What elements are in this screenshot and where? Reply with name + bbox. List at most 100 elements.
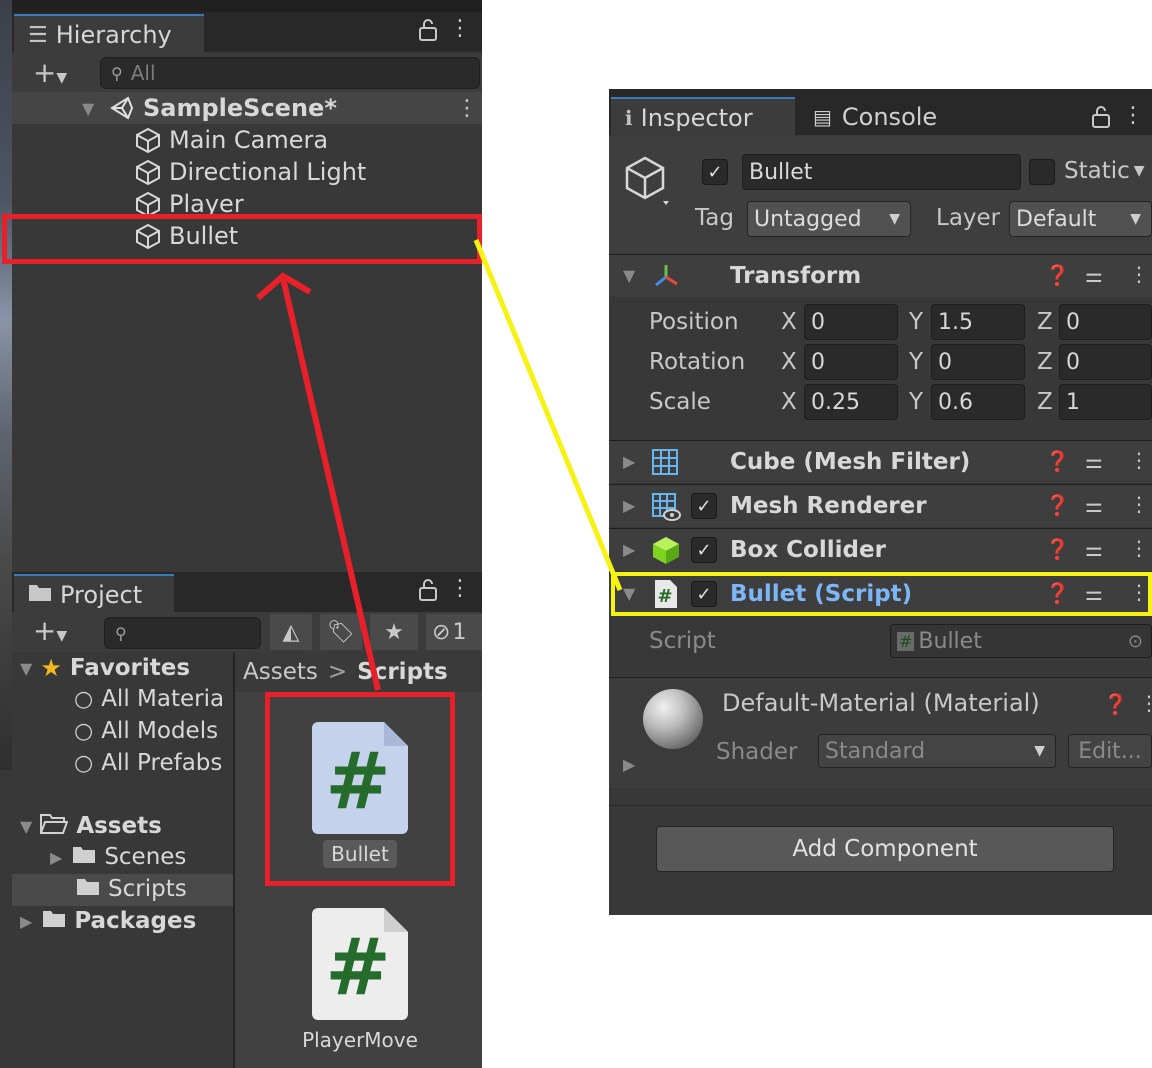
folder-label: Scripts xyxy=(108,876,187,902)
folder-scripts[interactable]: Scripts xyxy=(76,876,187,902)
favorite-item-prefabs[interactable]: ○ All Prefabs xyxy=(74,750,222,776)
hierarchy-item-main-camera[interactable]: Main Camera xyxy=(12,124,482,156)
hierarchy-item-directional-light[interactable]: Directional Light xyxy=(12,156,482,188)
gameobject-icon[interactable] xyxy=(623,155,671,213)
axis-x[interactable]: X xyxy=(781,389,797,415)
rotation-z-input[interactable]: 0 xyxy=(1059,344,1152,380)
scale-x-input[interactable]: 0.25 xyxy=(804,384,898,420)
favorite-star-icon[interactable]: ★ xyxy=(370,614,418,650)
active-checkbox[interactable]: ✓ xyxy=(702,159,728,185)
position-x-input[interactable]: 0 xyxy=(804,304,898,340)
component-title: Mesh Renderer xyxy=(730,493,927,519)
presets-sliders-icon[interactable]: ⚌ xyxy=(1085,449,1103,473)
more-options-icon[interactable]: ⋮ xyxy=(1121,103,1145,128)
axis-y[interactable]: Y xyxy=(909,389,923,415)
breadcrumb-assets[interactable]: Assets xyxy=(243,659,318,685)
scale-y-input[interactable]: 0.6 xyxy=(931,384,1025,420)
lock-icon[interactable] xyxy=(414,18,442,48)
object-picker-icon[interactable]: ⊙ xyxy=(1128,631,1143,652)
lock-icon[interactable] xyxy=(1087,105,1115,135)
add-component-button[interactable]: Add Component xyxy=(656,826,1114,872)
asset-playermove-script[interactable]: # PlayerMove xyxy=(265,908,455,1054)
script-object-field[interactable]: # Bullet ⊙ xyxy=(890,624,1152,658)
info-icon: ℹ xyxy=(625,106,633,130)
tab-hierarchy[interactable]: ☰ Hierarchy xyxy=(14,14,204,54)
filter-by-type-icon[interactable]: ◭ xyxy=(270,614,312,650)
edit-shader-button[interactable]: Edit... xyxy=(1068,734,1152,768)
more-options-icon[interactable]: ⋮ xyxy=(448,576,472,601)
more-options-icon[interactable]: ⋮ xyxy=(448,16,472,41)
axis-x[interactable]: X xyxy=(781,349,797,375)
help-icon[interactable]: ❓ xyxy=(1045,263,1070,287)
component-more-icon[interactable]: ⋮ xyxy=(1129,536,1149,560)
material-more-icon[interactable]: ⋮ xyxy=(1139,691,1152,715)
tab-project-label: Project xyxy=(60,581,143,609)
left-editor-panel: ☰ Hierarchy ⋮ +▼ ⚲ All ▼ SampleScene* ⋮ … xyxy=(0,0,482,1068)
presets-sliders-icon[interactable]: ⚌ xyxy=(1085,263,1103,287)
object-name-input[interactable]: Bullet xyxy=(742,154,1021,190)
enabled-checkbox[interactable]: ✓ xyxy=(691,493,717,519)
shader-dropdown[interactable]: Standard ▼ xyxy=(818,734,1056,768)
presets-sliders-icon[interactable]: ⚌ xyxy=(1085,537,1103,561)
help-icon[interactable]: ❓ xyxy=(1103,692,1128,716)
create-asset-icon[interactable]: +▼ xyxy=(24,614,76,647)
scene-more-icon[interactable]: ⋮ xyxy=(456,96,478,121)
favorites-folder[interactable]: ▼ ★ Favorites xyxy=(20,654,190,682)
expand-arrow-icon[interactable]: ▼ xyxy=(82,99,94,118)
packages-folder[interactable]: ▶ Packages xyxy=(20,908,196,934)
project-search-input[interactable]: ⚲ xyxy=(104,617,261,649)
static-dropdown[interactable]: Static ▼ xyxy=(1064,158,1145,184)
position-y-input[interactable]: 1.5 xyxy=(931,304,1025,340)
box-collider-header[interactable]: ▶ ✓ Box Collider ❓ ⚌ ⋮ xyxy=(609,528,1152,571)
component-more-icon[interactable]: ⋮ xyxy=(1129,448,1149,472)
transform-header[interactable]: ▼ Transform ❓ ⚌ ⋮ xyxy=(609,254,1152,297)
tab-inspector[interactable]: ℹ Inspector xyxy=(611,97,795,137)
axis-z[interactable]: Z xyxy=(1037,389,1053,415)
breadcrumb-scripts[interactable]: Scripts xyxy=(357,659,448,685)
lock-icon[interactable] xyxy=(414,578,442,608)
axis-z[interactable]: Z xyxy=(1037,349,1053,375)
rotation-x-input[interactable]: 0 xyxy=(804,344,898,380)
shader-label: Shader xyxy=(716,739,798,765)
gameobject-cube-icon xyxy=(134,158,168,192)
favorite-item-materials[interactable]: ○ All Materia xyxy=(74,686,224,712)
help-icon[interactable]: ❓ xyxy=(1045,449,1070,473)
hidden-packages-toggle[interactable]: ⊘ 1 xyxy=(426,614,482,650)
assets-folder[interactable]: ▼ Assets xyxy=(20,812,162,840)
divider xyxy=(609,805,1152,806)
scale-z-input[interactable]: 1 xyxy=(1059,384,1152,420)
rotation-y-input[interactable]: 0 xyxy=(931,344,1025,380)
folder-scenes[interactable]: ▶ Scenes xyxy=(50,844,186,870)
static-checkbox[interactable] xyxy=(1029,159,1055,185)
filter-by-label-icon[interactable]: 🏷︎ xyxy=(320,614,362,650)
favorite-item-models[interactable]: ○ All Models xyxy=(74,718,218,744)
tab-console[interactable]: ▤ Console xyxy=(813,103,937,131)
mesh-renderer-header[interactable]: ▶ ✓ Mesh Renderer ❓ ⚌ ⋮ xyxy=(609,484,1152,527)
presets-sliders-icon[interactable]: ⚌ xyxy=(1085,493,1103,517)
layer-dropdown[interactable]: Default ▼ xyxy=(1009,201,1152,237)
console-icon: ▤ xyxy=(813,105,832,129)
scene-row[interactable]: ▼ SampleScene* ⋮ xyxy=(12,92,482,124)
axis-y[interactable]: Y xyxy=(909,309,923,335)
axis-y[interactable]: Y xyxy=(909,349,923,375)
component-more-icon[interactable]: ⋮ xyxy=(1129,492,1149,516)
tab-project[interactable]: Project xyxy=(14,574,174,614)
enabled-checkbox[interactable]: ✓ xyxy=(691,537,717,563)
bullet-highlight-box xyxy=(2,214,482,264)
hierarchy-search-input[interactable]: ⚲ All xyxy=(100,57,480,89)
help-icon[interactable]: ❓ xyxy=(1045,493,1070,517)
help-icon[interactable]: ❓ xyxy=(1045,537,1070,561)
axis-z[interactable]: Z xyxy=(1037,309,1053,335)
expand-arrow-icon: ▶ xyxy=(20,911,33,931)
component-more-icon[interactable]: ⋮ xyxy=(1129,262,1149,286)
axis-x[interactable]: X xyxy=(781,309,797,335)
tag-dropdown[interactable]: Untagged ▼ xyxy=(747,201,911,237)
hierarchy-search-placeholder: All xyxy=(130,61,156,85)
search-icon: ⚲ xyxy=(115,623,127,643)
add-object-icon[interactable]: +▼ xyxy=(24,56,76,89)
position-z-input[interactable]: 0 xyxy=(1059,304,1152,340)
expand-arrow-icon[interactable]: ▶ xyxy=(623,755,635,774)
mesh-grid-icon xyxy=(651,448,679,480)
edit-label: Edit... xyxy=(1078,738,1142,764)
mesh-filter-header[interactable]: ▶ Cube (Mesh Filter) ❓ ⚌ ⋮ xyxy=(609,440,1152,483)
